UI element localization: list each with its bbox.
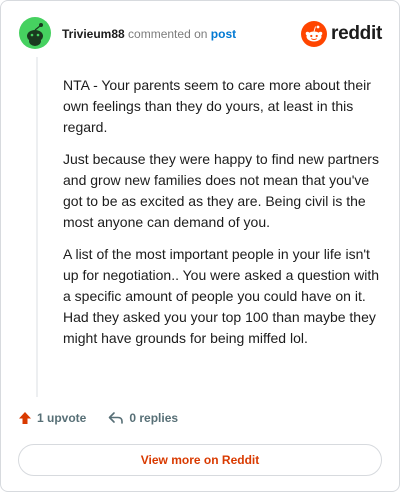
reddit-comment-embed: Trivieum88 commented on post reddit NTA …	[0, 0, 400, 492]
comment-body: NTA - Your parents seem to care more abo…	[63, 75, 385, 360]
snoo-avatar-icon	[19, 17, 51, 49]
comment-paragraph: Just because they were happy to find new…	[63, 151, 379, 230]
view-more-button[interactable]: View more on Reddit	[18, 444, 382, 476]
post-link[interactable]: post	[211, 27, 236, 41]
replies-count: 0 replies	[129, 411, 179, 425]
commented-on-text: commented on	[128, 27, 208, 41]
upvote-arrow-icon	[19, 412, 31, 424]
thread-line	[36, 57, 38, 397]
comment-paragraph: NTA - Your parents seem to care more abo…	[63, 77, 371, 135]
upvote-count: 1 upvote	[37, 411, 87, 425]
replies-button[interactable]: 0 replies	[108, 411, 178, 425]
reddit-logo[interactable]: reddit	[301, 21, 382, 47]
comment-paragraph: A list of the most important people in y…	[63, 246, 379, 346]
comment-actions: 1 upvote 0 replies	[18, 411, 178, 425]
reply-arrow-icon	[109, 412, 124, 424]
username-link[interactable]: Trivieum88	[62, 27, 125, 41]
reddit-wordmark: reddit	[331, 23, 382, 44]
avatar[interactable]	[19, 17, 51, 49]
upvote-button[interactable]: 1 upvote	[18, 411, 86, 425]
comment-header: Trivieum88 commented on post	[62, 26, 236, 42]
reddit-snoo-icon	[301, 21, 328, 47]
